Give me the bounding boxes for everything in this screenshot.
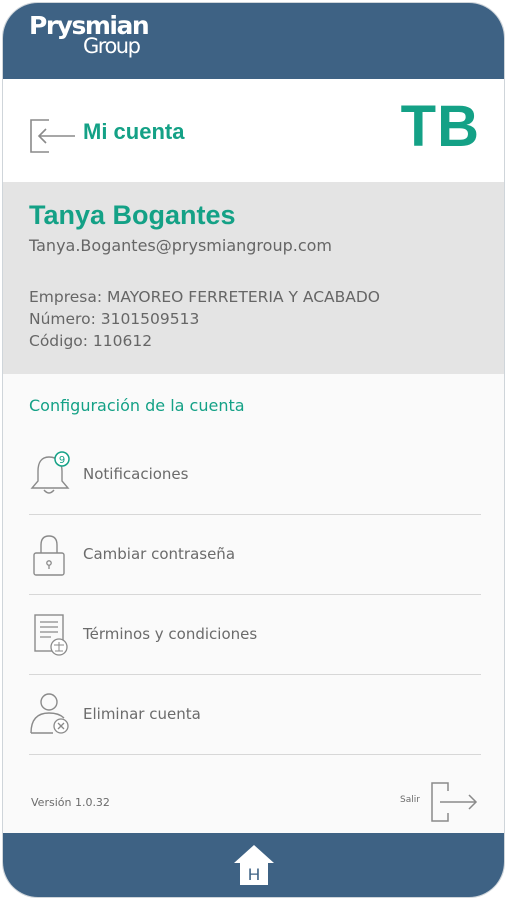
menu-item-change-password[interactable]: Cambiar contraseña	[29, 515, 481, 595]
prysmian-logo: Prysmian Group	[29, 13, 150, 58]
lock-icon	[33, 535, 65, 576]
delete-user-icon	[30, 693, 69, 734]
avatar-initials: TB	[400, 94, 480, 159]
menu-item-label: Notificaciones	[83, 465, 189, 483]
logout-label: Salir	[400, 795, 420, 805]
user-name: Tanya Bogantes	[29, 200, 236, 230]
app-screen: Prysmian Group Mi cuenta TB Tanya Bogant…	[2, 2, 505, 898]
company-name: Empresa: MAYOREO FERRETERIA Y ACABADO	[29, 288, 381, 306]
company-number: Número: 3101509513	[29, 310, 200, 328]
home-letter: H	[247, 865, 261, 884]
document-icon	[34, 614, 68, 656]
top-brand-bar: Prysmian Group	[3, 3, 504, 79]
logout-button[interactable]: Salir	[400, 779, 480, 825]
app-version: Versión 1.0.32	[31, 796, 110, 809]
bottom-nav-bar: H	[3, 833, 504, 897]
page-header: Mi cuenta TB	[3, 79, 504, 182]
menu-item-delete-account[interactable]: Eliminar cuenta	[29, 675, 481, 755]
user-email: Tanya.Bogantes@prysmiangroup.com	[29, 236, 332, 255]
menu-item-label: Términos y condiciones	[83, 625, 258, 643]
back-arrow-icon	[30, 119, 75, 153]
menu-item-label: Eliminar cuenta	[83, 705, 201, 723]
company-code: Código: 110612	[29, 332, 153, 350]
logo-line-2: Group	[83, 34, 141, 58]
settings-title: Configuración de la cuenta	[29, 396, 245, 415]
notification-badge-count: 9	[59, 455, 65, 466]
page-title: Mi cuenta	[83, 119, 185, 144]
logout-icon	[431, 782, 478, 822]
home-button[interactable]: H	[232, 843, 276, 887]
bell-icon: 9	[30, 451, 70, 494]
profile-panel: Tanya Bogantes Tanya.Bogantes@prysmiangr…	[3, 182, 504, 374]
menu-item-terms[interactable]: Términos y condiciones	[29, 595, 481, 675]
back-button[interactable]	[29, 116, 81, 156]
menu-item-label: Cambiar contraseña	[83, 545, 236, 563]
company-details: Empresa: MAYOREO FERRETERIA Y ACABADO Nú…	[29, 286, 380, 352]
menu-item-notifications[interactable]: 9 Notificaciones	[29, 435, 481, 515]
